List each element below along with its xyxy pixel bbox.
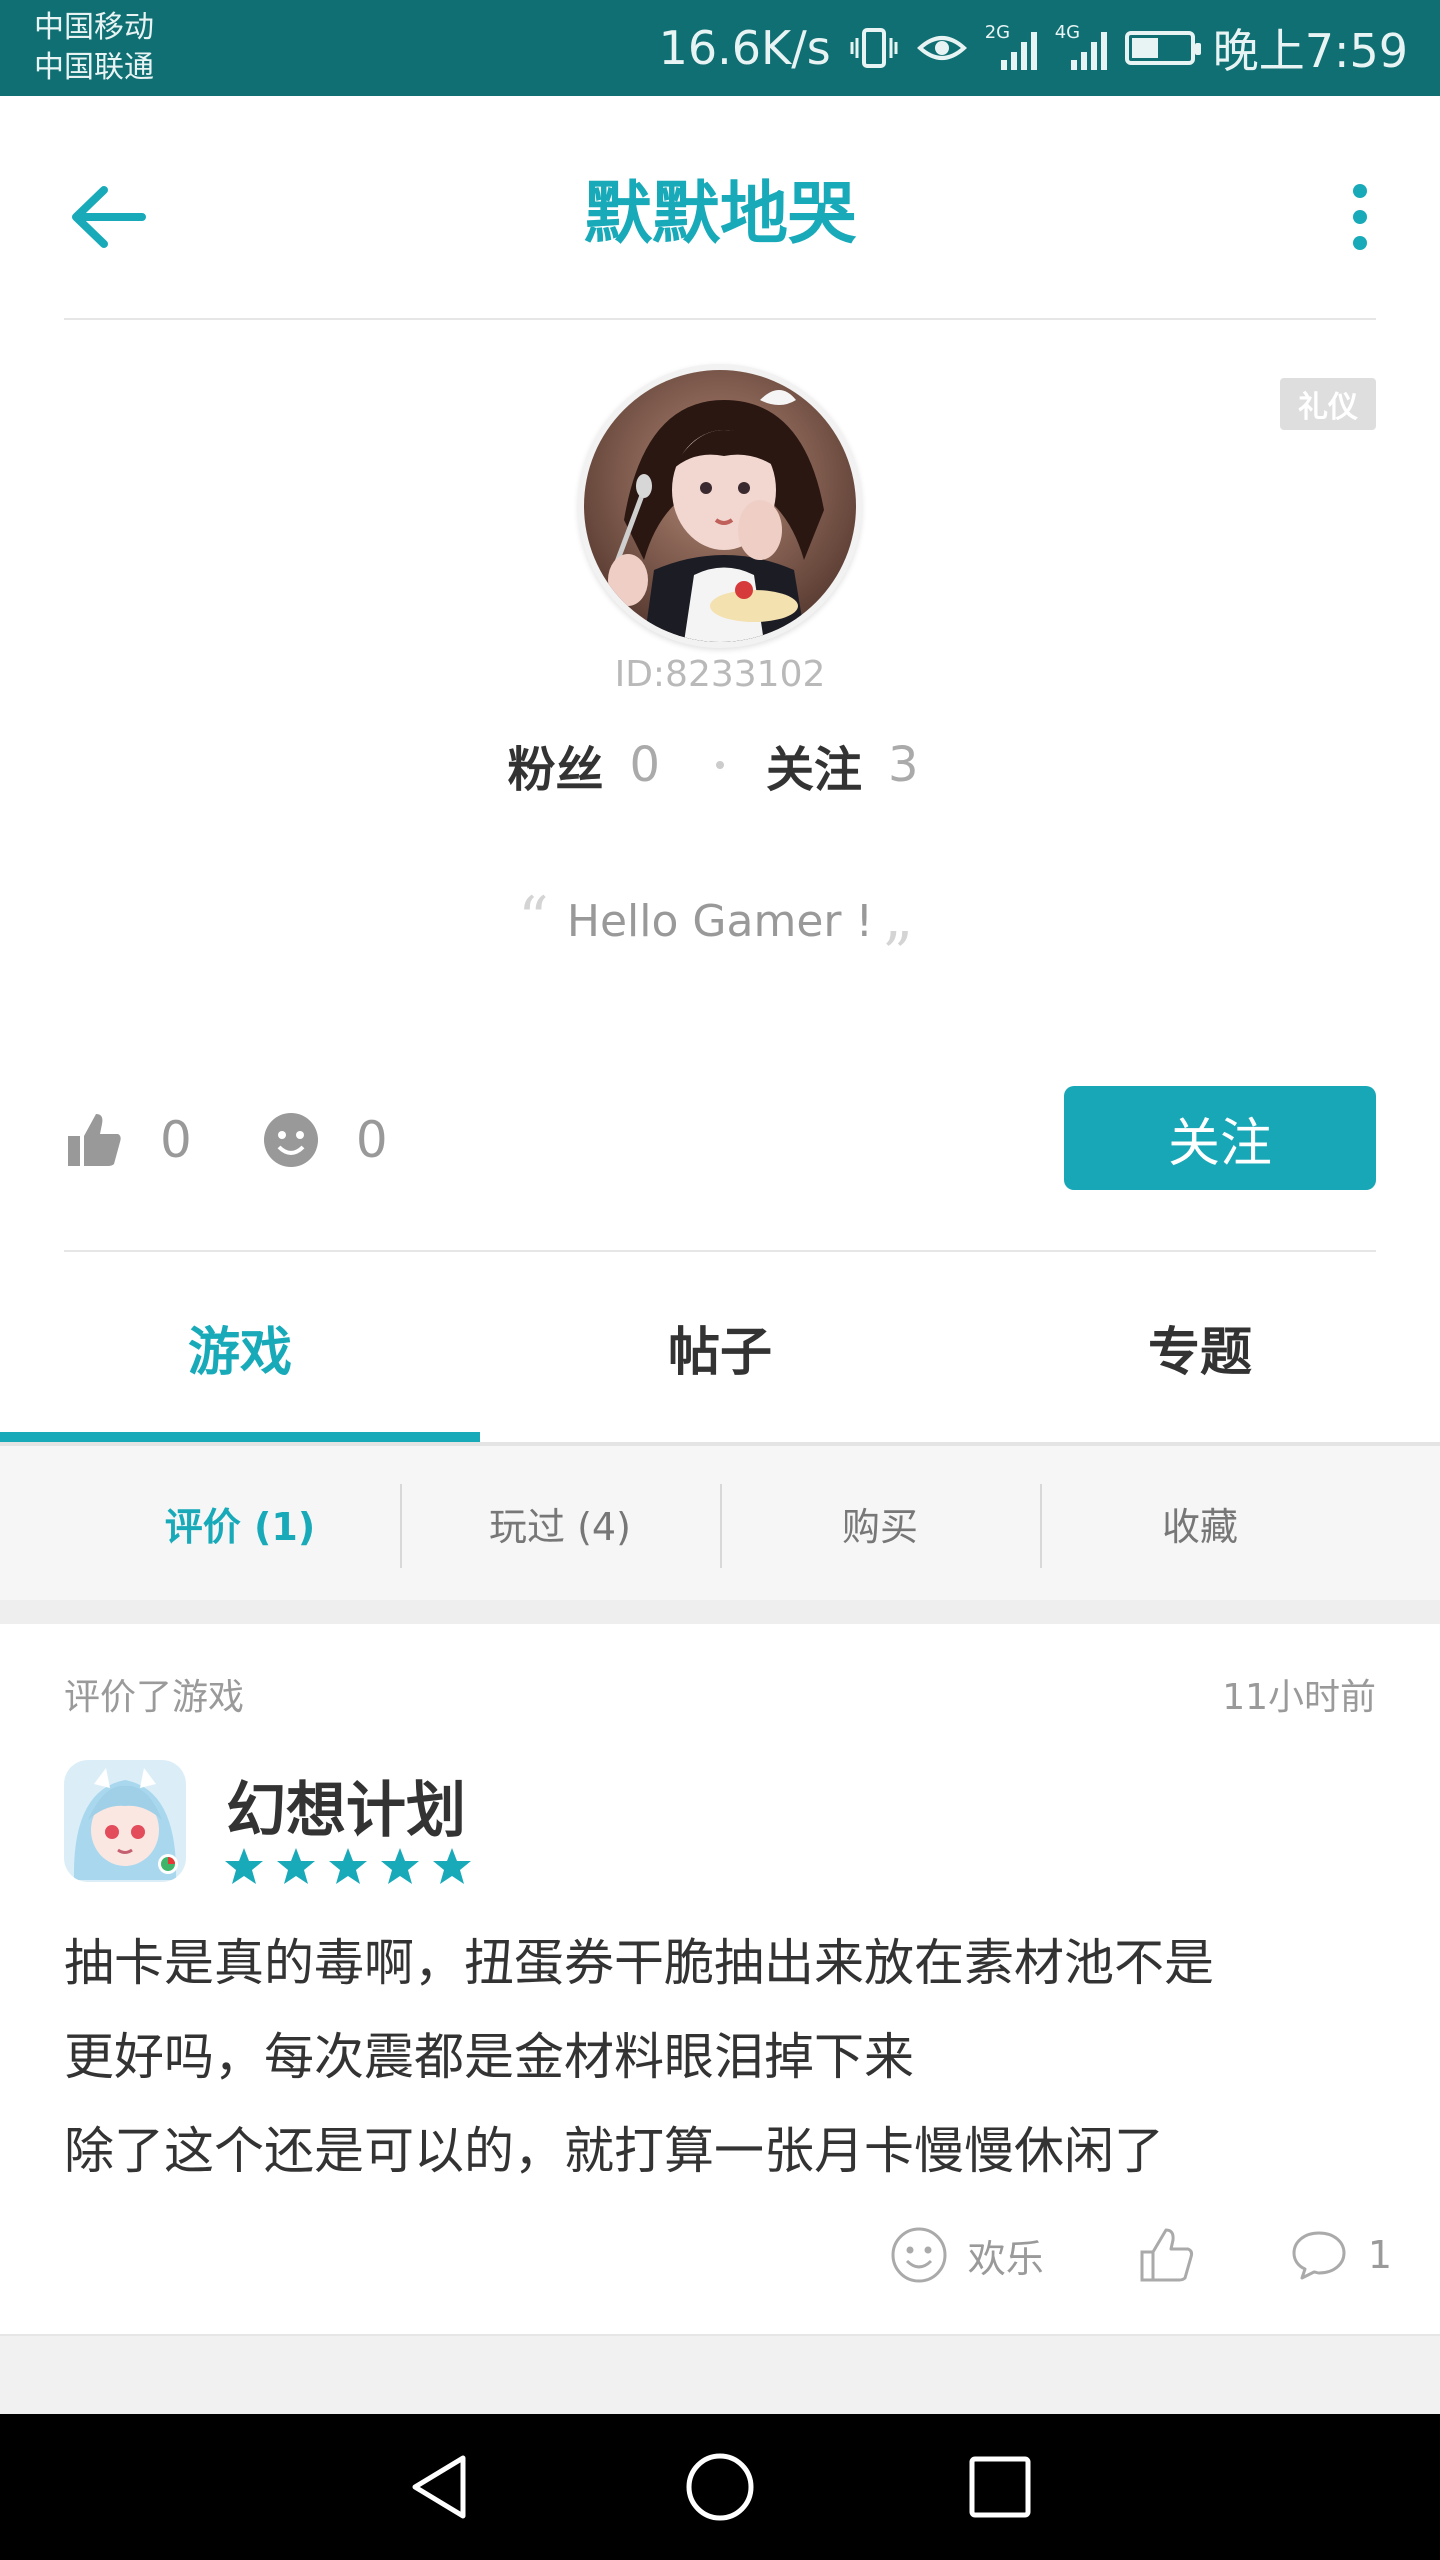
fans-count[interactable]: 0 bbox=[629, 737, 660, 793]
circle-home-icon bbox=[686, 2453, 754, 2521]
game-name[interactable]: 幻想计划 bbox=[226, 1762, 466, 1849]
follow-stats: 粉丝 0 关注 3 bbox=[0, 730, 1440, 800]
likes-count: 0 bbox=[160, 1111, 192, 1169]
triangle-back-icon bbox=[412, 2455, 466, 2519]
mood-label: 欢乐 bbox=[967, 2236, 1044, 2281]
app-header: 默默地哭 bbox=[0, 96, 1440, 320]
nav-back-button[interactable] bbox=[400, 2447, 480, 2527]
tab-games[interactable]: 游戏 bbox=[0, 1252, 480, 1442]
subtab-reviews[interactable]: 评价 (1) bbox=[80, 1446, 400, 1600]
follow-button[interactable]: 关注 bbox=[1064, 1086, 1376, 1190]
signal-2g-icon: 2G bbox=[985, 22, 1037, 70]
comment-button[interactable]: 1 bbox=[1290, 2229, 1392, 2281]
star-icon bbox=[277, 1848, 315, 1884]
like-review-button[interactable] bbox=[1138, 2226, 1196, 2284]
review-line: 更好吗，每次震都是金材料眼泪掉下来 bbox=[64, 2028, 914, 2086]
review-actions: 欢乐 1 bbox=[890, 2220, 1392, 2290]
mood-button[interactable]: 欢乐 bbox=[890, 2226, 1044, 2284]
subtab-favorites[interactable]: 收藏 bbox=[1040, 1446, 1360, 1600]
thumbs-up-icon bbox=[68, 1114, 121, 1166]
avatar-image bbox=[584, 370, 856, 642]
user-signature: Hello Gamer ! bbox=[566, 896, 874, 947]
status-icons: 16.6K/s 2G 4G 晚上7:59 bbox=[659, 0, 1408, 96]
subtab-purchased[interactable]: 购买 bbox=[720, 1446, 1040, 1600]
more-dot bbox=[1353, 184, 1367, 198]
carrier-2: 中国联通 bbox=[34, 50, 154, 85]
game-icon[interactable] bbox=[64, 1760, 186, 1882]
tab-topics[interactable]: 专题 bbox=[960, 1252, 1440, 1442]
review-line: 除了这个还是可以的，就打算一张月卡慢慢休闲了 bbox=[64, 2122, 1164, 2180]
star-icon bbox=[433, 1848, 471, 1884]
etiquette-badge[interactable]: 礼仪 bbox=[1280, 378, 1376, 430]
star-icon bbox=[381, 1848, 419, 1884]
vibrate-icon bbox=[849, 18, 899, 78]
avatar[interactable] bbox=[578, 364, 862, 648]
likes-stat[interactable]: 0 bbox=[64, 1110, 192, 1170]
smiley-face-icon bbox=[263, 1113, 318, 1167]
network-speed: 16.6K/s bbox=[658, 21, 831, 75]
game-subtabs: 评价 (1) 玩过 (4) 购买 收藏 bbox=[0, 1446, 1440, 1600]
review-body[interactable]: 抽卡是真的毒啊，扭蛋券干脆抽出来放在素材池不是 更好吗，每次震都是金材料眼泪掉下… bbox=[64, 1916, 1376, 2198]
more-options-button[interactable] bbox=[1320, 172, 1400, 262]
game-icon-image bbox=[64, 1760, 186, 1882]
carrier-info: 中国移动 中国联通 bbox=[34, 8, 154, 88]
clock: 晚上7:59 bbox=[1212, 24, 1408, 78]
review-action-label: 评价了游戏 bbox=[64, 1677, 245, 1718]
content-tabs: 游戏 帖子 专题 bbox=[0, 1252, 1440, 1442]
comment-bubble-icon bbox=[1292, 2231, 1346, 2280]
emoji-count: 0 bbox=[355, 1111, 388, 1169]
fans-label[interactable]: 粉丝 bbox=[507, 730, 603, 800]
section-gap bbox=[0, 1600, 1440, 1624]
stats-separator bbox=[716, 761, 724, 769]
review-time: 11小时前 bbox=[1222, 1677, 1376, 1718]
battery-icon bbox=[1124, 31, 1201, 65]
thumbs-up-outline-icon bbox=[1140, 2228, 1193, 2282]
carrier-1: 中国移动 bbox=[34, 10, 154, 45]
comment-count: 1 bbox=[1367, 2233, 1392, 2277]
rating-stars bbox=[224, 1846, 472, 1886]
close-quote-icon: ” bbox=[882, 920, 913, 990]
profile-actions: 0 0 bbox=[64, 1090, 458, 1190]
emoji-stat[interactable]: 0 bbox=[262, 1111, 388, 1169]
subtab-played[interactable]: 玩过 (4) bbox=[400, 1446, 720, 1600]
user-id: ID:8233102 bbox=[614, 654, 826, 695]
list-end-gap bbox=[0, 2334, 1440, 2414]
system-nav-bar bbox=[0, 2414, 1440, 2560]
following-count[interactable]: 3 bbox=[888, 737, 919, 793]
signal-4g-icon: 4G bbox=[1055, 22, 1107, 70]
star-icon bbox=[225, 1848, 263, 1884]
tab-posts[interactable]: 帖子 bbox=[480, 1252, 960, 1442]
square-recents-icon bbox=[969, 2456, 1031, 2518]
star-icon bbox=[329, 1848, 367, 1884]
page-title: 默默地哭 bbox=[583, 175, 856, 254]
status-bar: 中国移动 中国联通 16.6K/s 2G 4G 晚上7:59 bbox=[0, 0, 1440, 96]
nav-recents-button[interactable] bbox=[960, 2447, 1040, 2527]
more-dot bbox=[1353, 210, 1367, 224]
smiley-face-icon bbox=[891, 2227, 947, 2283]
more-dot bbox=[1353, 236, 1367, 250]
header-divider bbox=[64, 318, 1376, 320]
following-label[interactable]: 关注 bbox=[766, 730, 862, 800]
eye-comfort-icon bbox=[916, 18, 967, 78]
review-line: 抽卡是真的毒啊，扭蛋券干脆抽出来放在素材池不是 bbox=[64, 1934, 1214, 1992]
nav-home-button[interactable] bbox=[680, 2447, 760, 2527]
review-header: 评价了游戏 11小时前 bbox=[64, 1668, 1376, 1720]
